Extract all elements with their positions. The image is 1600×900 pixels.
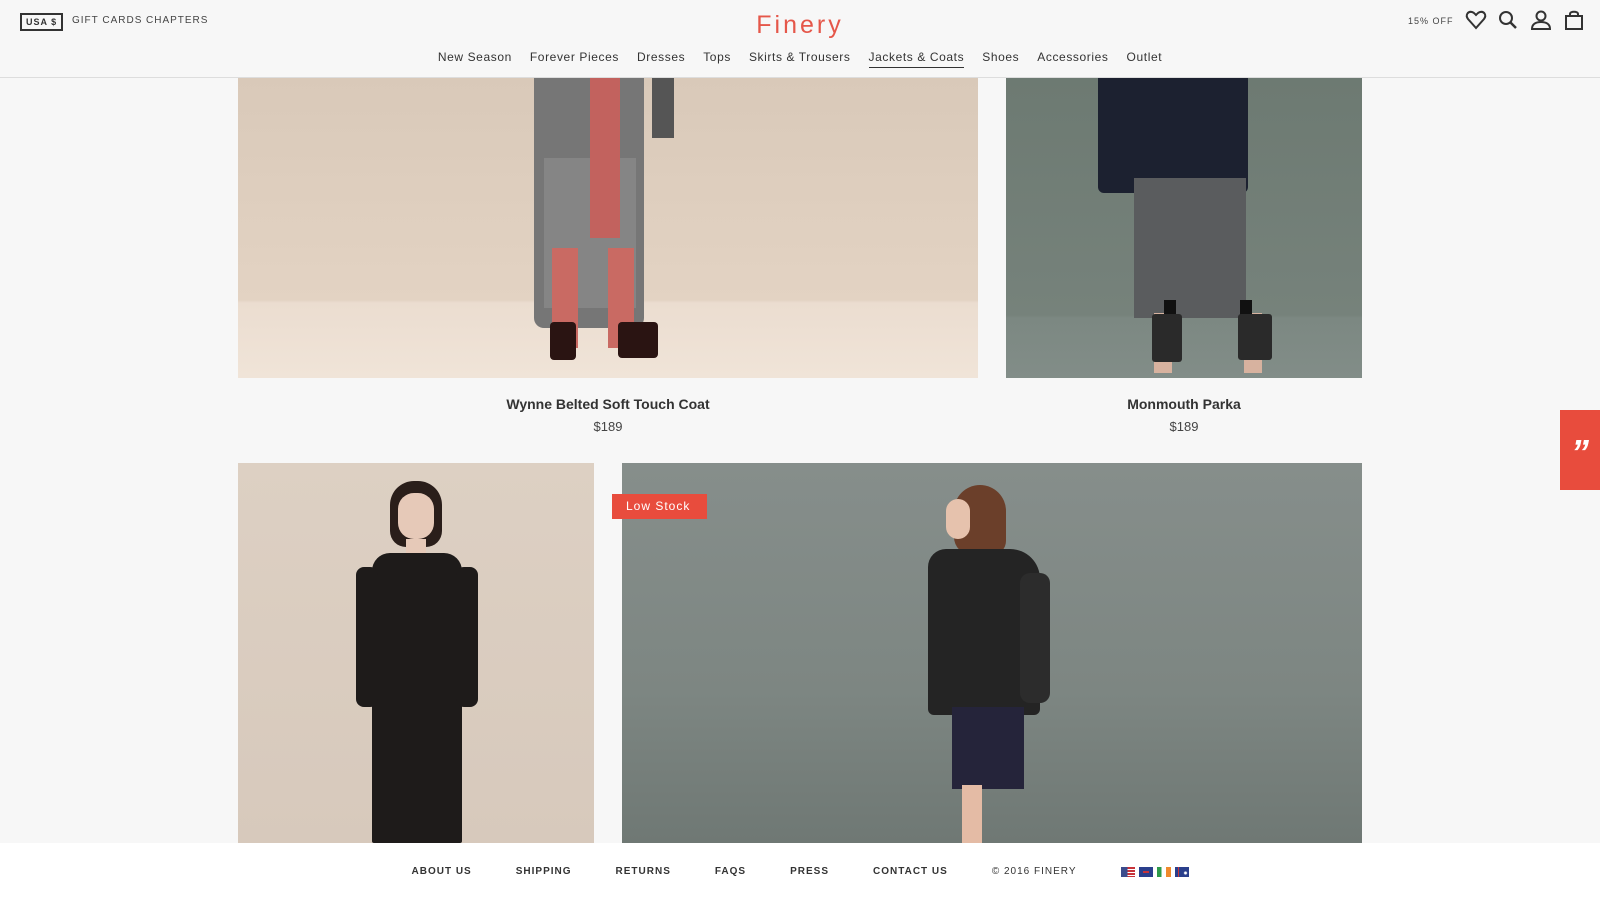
footer-about-us[interactable]: ABOUT US [412,866,472,877]
account-icon[interactable] [1529,8,1553,32]
ireland-flag-icon[interactable] [1156,866,1171,877]
footer-returns[interactable]: RETURNS [616,866,671,877]
search-icon[interactable] [1496,8,1520,32]
nav-skirts-trousers[interactable]: Skirts & Trousers [749,50,851,68]
footer-faqs[interactable]: FAQS [715,866,746,877]
nav-jackets-coats[interactable]: Jackets & Coats [868,50,965,68]
site-header: USA $ GIFT CARDS CHAPTERS Finery 15% OFF… [0,0,1600,78]
australia-flag-icon[interactable] [1174,866,1189,877]
footer-contact-us[interactable]: CONTACT US [873,866,948,877]
product-name[interactable]: Wynne Belted Soft Touch Coat [238,396,978,412]
low-stock-badge: Low Stock [612,494,707,519]
product-image-wynne-coat[interactable] [238,78,978,378]
uk-flag-icon[interactable] [1138,866,1153,877]
product-price: $189 [1169,419,1199,434]
us-flag-icon[interactable] [1120,866,1135,877]
product-price: $189 [593,419,623,434]
main-nav: New Season Forever Pieces Dresses Tops S… [0,50,1600,68]
nav-outlet[interactable]: Outlet [1127,50,1163,68]
promo-link[interactable]: 15% OFF [1408,16,1454,26]
footer-press[interactable]: PRESS [790,866,829,877]
nav-accessories[interactable]: Accessories [1037,50,1108,68]
product-image-monmouth-parka[interactable] [1006,78,1362,378]
bag-icon[interactable] [1562,8,1586,32]
country-flags [1120,866,1189,877]
nav-dresses[interactable]: Dresses [637,50,685,68]
nav-tops[interactable]: Tops [703,50,731,68]
nav-shoes[interactable]: Shoes [982,50,1019,68]
site-footer: ABOUT US SHIPPING RETURNS FAQS PRESS CON… [0,843,1600,900]
product-name[interactable]: Monmouth Parka [1006,396,1362,412]
footer-shipping[interactable]: SHIPPING [516,866,572,877]
footer-copyright: © 2016 FINERY [991,866,1077,877]
nav-forever-pieces[interactable]: Forever Pieces [530,50,619,68]
heart-icon[interactable] [1464,8,1488,32]
product-image-leather-jacket[interactable] [622,463,1362,843]
finery-logo[interactable]: Finery [0,11,1600,40]
feedback-tab[interactable]: ” [1560,410,1600,490]
product-image-wrap-dress[interactable] [238,463,594,843]
nav-new-season[interactable]: New Season [438,50,512,68]
